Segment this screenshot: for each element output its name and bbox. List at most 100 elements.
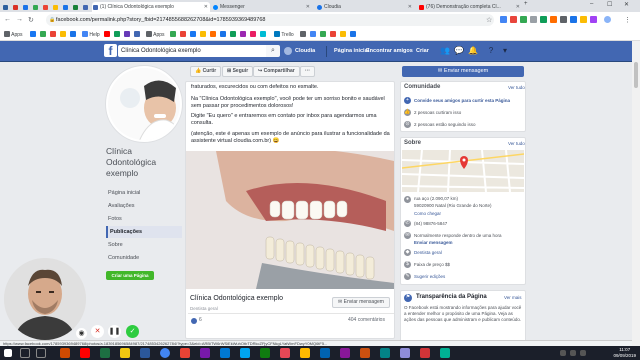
bookmark-item[interactable]: [170, 31, 176, 39]
page-nav-posts[interactable]: Publicações: [106, 226, 182, 238]
close-icon[interactable]: ✕: [516, 2, 520, 12]
extension-icon[interactable]: [530, 16, 537, 23]
close-icon[interactable]: ✕: [306, 2, 310, 12]
cancel-recording-button[interactable]: ✕: [91, 325, 104, 338]
tab-pinned-3[interactable]: [22, 2, 30, 12]
community-see-all-link[interactable]: Ver tudo: [508, 85, 525, 90]
ad-page-title[interactable]: Clínica Odontológica exemplo: [190, 295, 283, 302]
extension-icon[interactable]: [570, 16, 577, 23]
location-map[interactable]: [402, 150, 524, 192]
record-icon[interactable]: ◉: [76, 328, 87, 339]
post-image[interactable]: [186, 151, 394, 289]
facebook-logo-icon[interactable]: f: [104, 44, 117, 58]
tab-cloudia[interactable]: Cloudia ✕: [316, 2, 414, 12]
follow-page-button[interactable]: ⊞ Seguir: [222, 66, 254, 77]
menu-kebab-icon[interactable]: ⋮: [624, 16, 631, 24]
taskbar-app-icon[interactable]: [360, 348, 370, 358]
friend-requests-icon[interactable]: 👥: [440, 46, 450, 56]
more-options-button[interactable]: ···: [300, 66, 315, 77]
folder-icon[interactable]: [120, 348, 130, 358]
bookmark-item[interactable]: [190, 31, 196, 39]
facebook-search-input[interactable]: Clínica Odontológica exemplo: [118, 45, 266, 57]
bookmark-item[interactable]: [210, 31, 216, 39]
bookmark-apps[interactable]: Apps: [4, 31, 23, 39]
bookmark-item[interactable]: [104, 31, 110, 39]
extension-icon[interactable]: [540, 16, 547, 23]
taskbar-app-icon[interactable]: [340, 348, 350, 358]
taskbar-app-icon[interactable]: [220, 348, 230, 358]
tab-pinned-1[interactable]: [2, 2, 10, 12]
messages-icon[interactable]: 💬: [454, 46, 464, 56]
windows-start-icon[interactable]: [4, 349, 12, 357]
bookmark-item[interactable]: [340, 31, 346, 39]
bookmark-help[interactable]: Help: [82, 31, 100, 39]
bookmark-item[interactable]: [134, 31, 140, 39]
page-nav-photos[interactable]: Fotos: [106, 213, 182, 225]
extension-icon[interactable]: [580, 16, 587, 23]
bookmark-item[interactable]: [180, 31, 186, 39]
bookmark-item[interactable]: [330, 31, 336, 39]
address-bar[interactable]: 🔒 facebook.com/permalink.php?story_fbid=…: [46, 14, 494, 26]
bookmark-item[interactable]: [240, 31, 246, 39]
taskbar-app-icon[interactable]: [400, 348, 410, 358]
star-icon[interactable]: ☆: [486, 16, 492, 24]
extension-icon[interactable]: [550, 16, 557, 23]
bookmark-apps-2[interactable]: Apps: [146, 31, 165, 39]
bookmark-item[interactable]: [70, 31, 76, 39]
volume-icon[interactable]: [570, 350, 576, 356]
page-nav-community[interactable]: Comunidade: [106, 252, 182, 264]
comment-count[interactable]: 404 comentários: [348, 317, 385, 323]
bookmark-item[interactable]: [350, 31, 356, 39]
search-icon[interactable]: [20, 348, 30, 358]
tab-pinned-4[interactable]: [32, 2, 40, 12]
tab-clinica-active[interactable]: (1) Clínica Odontológica exemplo ✕: [92, 2, 210, 12]
extension-icon[interactable]: [520, 16, 527, 23]
finish-recording-button[interactable]: ✓: [126, 325, 139, 338]
close-icon[interactable]: ✕: [408, 2, 412, 12]
close-icon[interactable]: ✕: [204, 2, 208, 12]
category-link[interactable]: Dentista geral: [414, 250, 442, 255]
extension-icon[interactable]: [590, 16, 597, 23]
notifications-icon[interactable]: 🔔: [468, 46, 478, 56]
bookmark-item[interactable]: [114, 31, 120, 39]
transparency-see-more-link[interactable]: Ver mais: [504, 295, 522, 300]
invite-friends-link[interactable]: Convide seus amigos para curtir esta Pág…: [414, 98, 510, 103]
send-message-button[interactable]: ✉ Enviar mensagem: [332, 297, 390, 308]
taskbar-app-icon[interactable]: [100, 348, 110, 358]
taskbar-app-icon[interactable]: [320, 348, 330, 358]
pause-recording-button[interactable]: ❚❚: [108, 325, 121, 338]
extension-icon[interactable]: [510, 16, 517, 23]
nav-user-profile[interactable]: Cloudia: [295, 48, 315, 54]
maximize-button[interactable]: ☐: [607, 1, 612, 8]
create-page-button[interactable]: Criar uma Página: [106, 271, 154, 280]
page-nav-reviews[interactable]: Avaliações: [106, 200, 182, 212]
extension-icon[interactable]: [500, 16, 507, 23]
taskbar-app-icon[interactable]: [280, 348, 290, 358]
taskbar-app-icon[interactable]: [200, 348, 210, 358]
chrome-icon[interactable]: [160, 348, 170, 358]
forward-arrow-icon[interactable]: →: [16, 16, 23, 23]
share-page-button[interactable]: ↪ Compartilhar: [253, 66, 300, 77]
bookmark-item[interactable]: [250, 31, 256, 39]
phone-number[interactable]: (84) 98876-5847: [414, 221, 447, 226]
tab-pinned-7[interactable]: [62, 2, 70, 12]
webcam-overlay[interactable]: [4, 258, 86, 340]
search-icon[interactable]: ⌕: [266, 45, 280, 57]
page-nav-home[interactable]: Página inicial: [106, 187, 182, 199]
nav-create[interactable]: Criar: [416, 48, 429, 54]
page-nav-about[interactable]: Sobre: [106, 239, 182, 251]
bookmark-item[interactable]: [30, 31, 36, 39]
bookmark-item[interactable]: [230, 31, 236, 39]
extension-icon[interactable]: [560, 16, 567, 23]
send-message-button-primary[interactable]: ✉ Enviar mensagem: [402, 66, 524, 77]
suggest-edits-link[interactable]: Sugerir edições: [414, 274, 445, 279]
bookmark-item[interactable]: [124, 31, 130, 39]
bookmark-item[interactable]: [260, 31, 266, 39]
network-icon[interactable]: [560, 350, 566, 356]
new-tab-button[interactable]: +: [524, 1, 528, 7]
taskbar-app-icon[interactable]: [380, 348, 390, 358]
reaction-count[interactable]: 6: [199, 317, 202, 323]
tab-pinned-8[interactable]: [72, 2, 80, 12]
language-icon[interactable]: [580, 350, 586, 356]
nav-find-friends[interactable]: Encontrar amigos: [366, 48, 413, 54]
